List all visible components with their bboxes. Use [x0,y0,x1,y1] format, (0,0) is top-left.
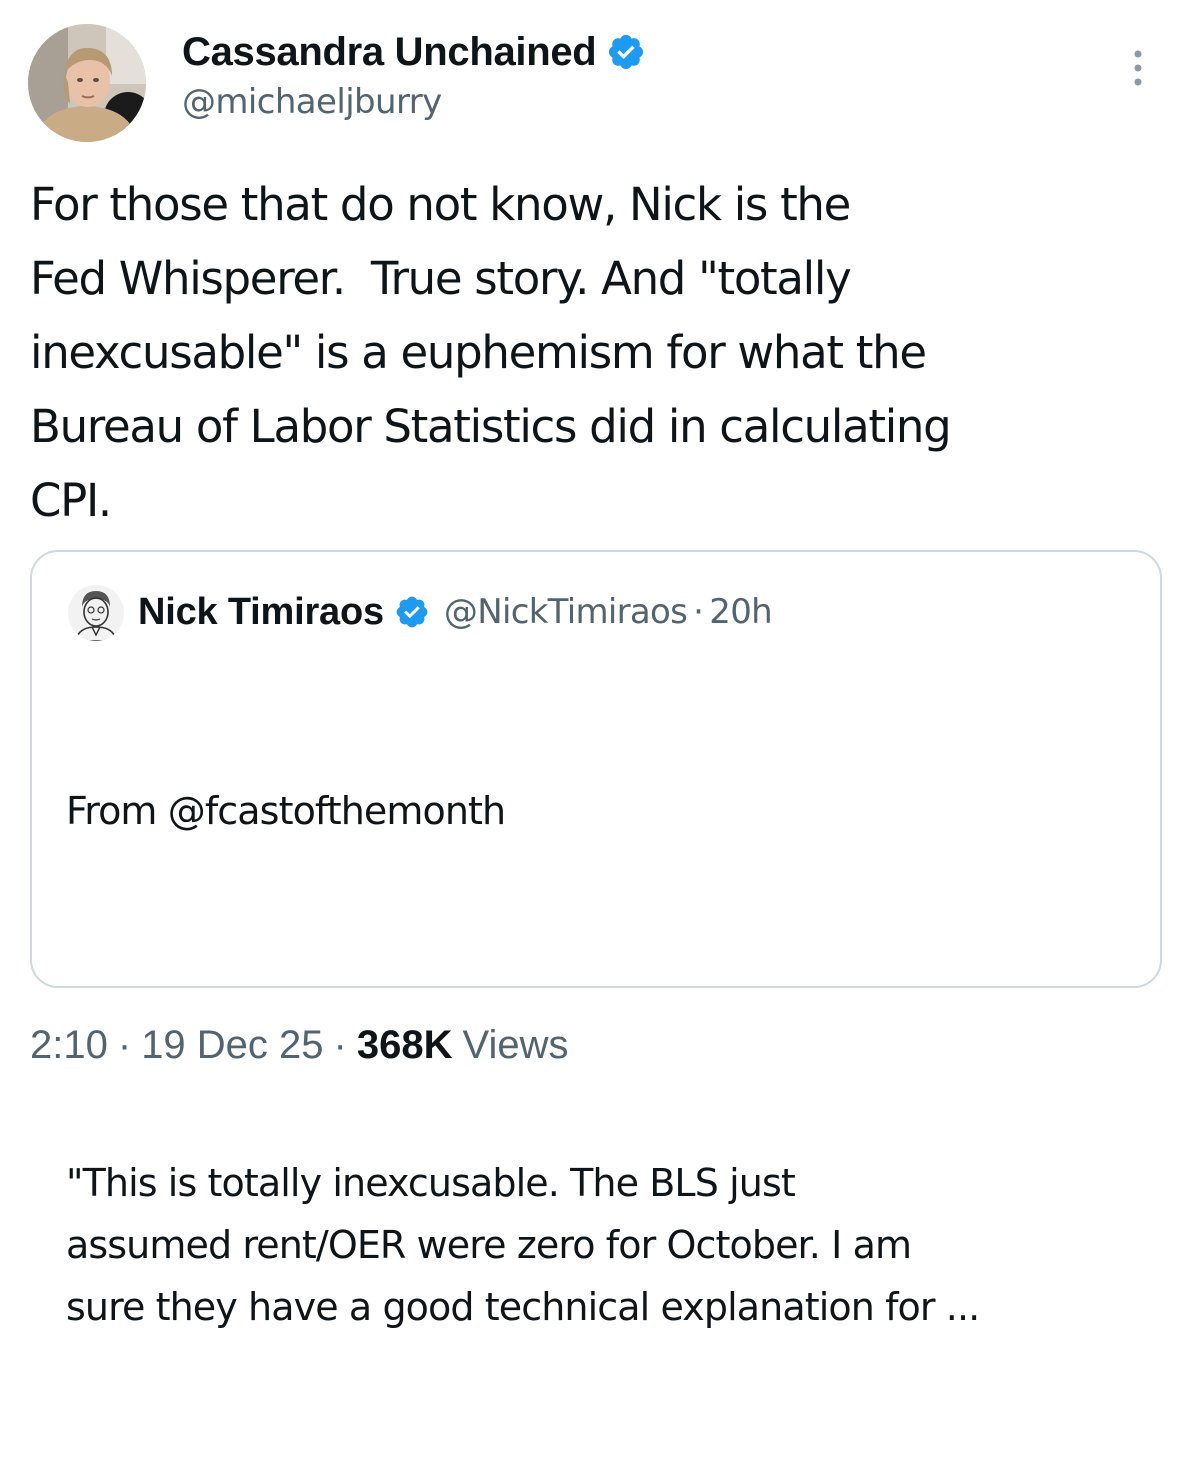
views-label[interactable]: Views [462,1023,568,1068]
views-count[interactable]: 368K [357,1023,453,1068]
quoted-author-display-name[interactable]: Nick Timiraos [138,591,384,634]
author-name-row: Cassandra Unchained [182,26,646,78]
more-options-icon[interactable] [1120,44,1156,92]
quoted-tweet-line-1: From @fcastofthemonth [66,789,506,833]
author-avatar[interactable] [28,24,146,142]
quoted-tweet-header: Nick Timiraos @NickTimiraos · 20h [138,586,773,638]
tweet-time[interactable]: 2:10 [30,1023,108,1068]
quoted-author-avatar[interactable] [68,585,124,641]
author-display-name[interactable]: Cassandra Unchained [182,30,597,75]
tweet-meta-row: 2:10 · 19 Dec 25 · 368K Views [30,1018,568,1072]
quoted-tweet-time[interactable]: 20h [709,592,772,632]
quoted-tweet-card[interactable]: Nick Timiraos @NickTimiraos · 20h From @… [30,550,1162,1329]
quoted-author-handle[interactable]: @NickTimiraos [444,592,688,632]
tweet-date[interactable]: 19 Dec 25 [141,1023,323,1068]
meta-separator: · [117,1022,132,1067]
quoted-verified-badge-icon[interactable] [394,594,430,630]
verified-badge-icon[interactable] [606,32,646,72]
header-separator: · [693,592,704,632]
tweet-text: For those that do not know, Nick is the … [30,178,952,527]
author-handle[interactable]: @michaeljburry [182,82,442,122]
quoted-tweet-line-2: "This is totally inexcusable. The BLS ju… [66,1161,980,1329]
meta-separator: · [333,1022,347,1067]
